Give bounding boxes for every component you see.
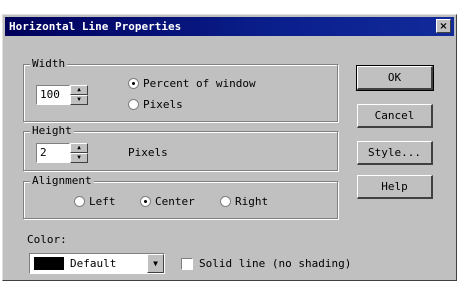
help-button[interactable]: Help (357, 175, 433, 199)
width-pixels-radio[interactable]: Pixels (128, 98, 183, 111)
align-left-radio[interactable]: Left (74, 195, 116, 208)
align-right-radio[interactable]: Right (220, 195, 268, 208)
color-select[interactable]: Default ▼ (29, 253, 165, 274)
horizontal-line-properties-dialog: Horizontal Line Properties × Width 100 ▲… (2, 14, 457, 281)
width-up-icon[interactable]: ▲ (70, 85, 88, 95)
align-left-label: Left (89, 195, 116, 208)
solid-line-checkbox[interactable]: Solid line (no shading) (181, 257, 351, 270)
chevron-down-icon[interactable]: ▼ (147, 254, 164, 273)
height-spinner[interactable]: 2 ▲ ▼ (36, 143, 88, 163)
height-up-icon[interactable]: ▲ (70, 143, 88, 153)
height-unit-label: Pixels (128, 146, 168, 159)
style-button[interactable]: Style... (357, 141, 433, 165)
width-input[interactable]: 100 (36, 85, 70, 105)
radio-unselected-icon (220, 196, 231, 207)
align-center-radio[interactable]: Center (140, 195, 195, 208)
height-legend: Height (30, 124, 74, 137)
radio-unselected-icon (128, 99, 139, 110)
align-center-label: Center (155, 195, 195, 208)
width-group: Width 100 ▲ ▼ Percent of window Pixels (23, 57, 338, 122)
color-swatch (34, 257, 64, 270)
width-down-icon[interactable]: ▼ (70, 95, 88, 105)
solid-line-label: Solid line (no shading) (199, 257, 352, 270)
ok-button[interactable]: OK (356, 65, 434, 91)
color-value: Default (70, 257, 117, 270)
alignment-group: Alignment Left Center Right (23, 174, 338, 219)
width-percent-label: Percent of window (143, 77, 256, 90)
dialog-title: Horizontal Line Properties (9, 20, 182, 33)
checkbox-icon (181, 257, 193, 270)
height-input[interactable]: 2 (36, 143, 70, 163)
height-group: Height 2 ▲ ▼ Pixels (23, 124, 338, 171)
color-label: Color: (27, 233, 67, 246)
close-icon[interactable]: × (436, 19, 451, 33)
radio-selected-icon (128, 78, 139, 89)
width-pixels-label: Pixels (143, 98, 183, 111)
radio-selected-icon (140, 196, 151, 207)
align-right-label: Right (235, 195, 269, 208)
cancel-button[interactable]: Cancel (357, 104, 433, 128)
radio-unselected-icon (74, 196, 85, 207)
width-spinner[interactable]: 100 ▲ ▼ (36, 85, 88, 105)
width-legend: Width (30, 57, 68, 70)
width-percent-radio[interactable]: Percent of window (128, 77, 256, 90)
height-down-icon[interactable]: ▼ (70, 153, 88, 163)
alignment-legend: Alignment (30, 174, 94, 187)
title-bar: Horizontal Line Properties × (5, 17, 454, 36)
